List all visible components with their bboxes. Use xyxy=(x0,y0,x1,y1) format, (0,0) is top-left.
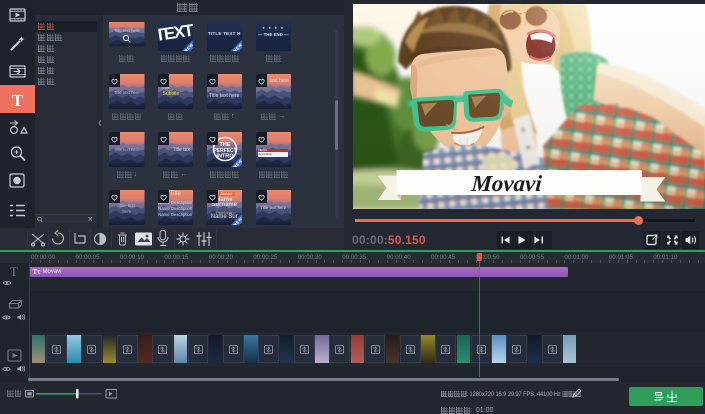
svg-text:T: T xyxy=(12,91,24,110)
svg-text:T: T xyxy=(10,264,18,279)
svg-text:INTRO: INTRO xyxy=(216,153,234,159)
svg-text:Movavi: Movavi xyxy=(469,170,543,196)
